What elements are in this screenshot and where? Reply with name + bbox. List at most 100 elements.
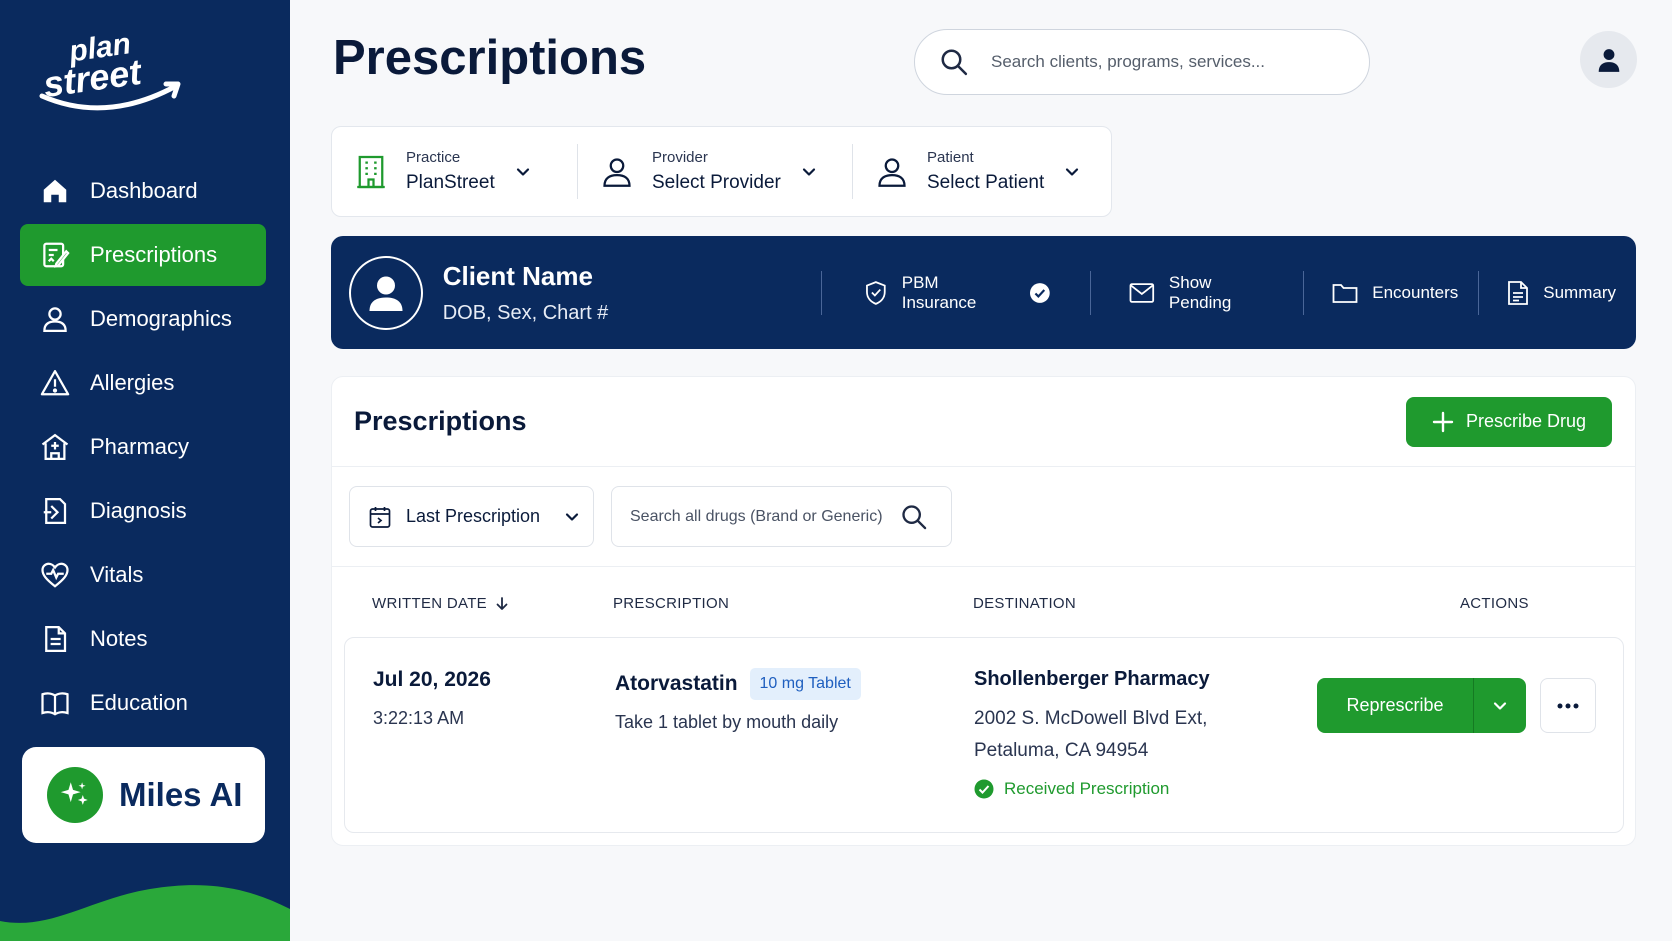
search-input[interactable] <box>991 52 1351 72</box>
sidebar-item-label: Dashboard <box>90 178 198 203</box>
prescribe-drug-label: Prescribe Drug <box>1465 411 1587 431</box>
client-name: Client Name <box>442 260 593 291</box>
column-prescription: PRESCRIPTION <box>613 595 730 612</box>
sidebar-item-label: Education <box>90 690 188 715</box>
calendar-icon <box>369 506 391 528</box>
patient-label: Patient <box>927 149 974 166</box>
planstreet-logo-mark: plan street <box>39 27 181 111</box>
sidebar-item-label: Pharmacy <box>90 434 190 459</box>
chevron-down-icon <box>802 167 815 176</box>
summary-button[interactable]: Summary <box>1478 270 1636 315</box>
column-written-date[interactable]: WRITTEN DATE <box>372 595 509 612</box>
search-icon[interactable] <box>900 503 928 531</box>
column-written-date-label: WRITTEN DATE <box>372 595 487 612</box>
sidebar-item-dashboard[interactable]: Dashboard <box>20 160 266 222</box>
sidebar-nav: Dashboard Prescriptions Demographics All… <box>20 160 266 736</box>
client-avatar-icon <box>349 255 423 330</box>
dose-badge: 10 mg Tablet <box>749 668 861 700</box>
sidebar-item-label: Demographics <box>90 306 232 331</box>
client-actions: PBM Insurance Show Pending Encounters Su… <box>821 270 1636 315</box>
sidebar-item-label: Notes <box>90 626 148 651</box>
table-header: WRITTEN DATE PRESCRIPTION DESTINATION AC… <box>332 567 1635 639</box>
sidebar-item-prescriptions[interactable]: Prescriptions <box>20 224 266 286</box>
sidebar-item-diagnosis[interactable]: Diagnosis <box>20 480 266 542</box>
prescription-drug: Atorvastatin 10 mg Tablet <box>615 668 861 700</box>
drug-search[interactable] <box>611 486 952 547</box>
drug-instructions: Take 1 tablet by mouth daily <box>615 712 839 732</box>
sidebar: plan street Dashboard Prescriptions Demo… <box>0 0 290 941</box>
summary-document-icon <box>1508 280 1529 305</box>
practice-selector[interactable]: Practice PlanStreet <box>332 144 577 199</box>
miles-ai-label: Miles AI <box>119 776 243 813</box>
drug-search-input[interactable] <box>630 507 900 526</box>
show-pending-label: Show Pending <box>1168 272 1232 312</box>
pbm-insurance-button[interactable]: PBM Insurance <box>821 270 1090 315</box>
sidebar-item-demographics[interactable]: Demographics <box>20 288 266 350</box>
client-banner: Client Name DOB, Sex, Chart # PBM Insura… <box>331 236 1636 349</box>
practice-label: Practice <box>406 149 461 166</box>
written-date: Jul 20, 2026 <box>373 668 491 691</box>
sidebar-item-label: Vitals <box>90 562 144 587</box>
sidebar-item-education[interactable]: Education <box>20 672 266 734</box>
provider-label: Provider <box>652 149 708 166</box>
chevron-down-icon <box>1066 167 1079 176</box>
prescriptions-card: Prescriptions Prescribe Drug Last Prescr… <box>331 376 1636 846</box>
sidebar-item-pharmacy[interactable]: Pharmacy <box>20 416 266 478</box>
user-avatar[interactable] <box>1580 31 1637 88</box>
page-title: Prescriptions <box>333 31 647 85</box>
user-icon <box>1598 48 1619 72</box>
patient-value: Select Patient <box>927 172 1045 193</box>
pharmacy-name: Shollenberger Pharmacy <box>974 668 1210 690</box>
last-prescription-dropdown[interactable]: Last Prescription <box>349 486 594 547</box>
envelope-icon <box>1129 282 1155 303</box>
row-actions: Represcribe <box>1317 678 1596 733</box>
chevron-down-icon <box>565 512 579 521</box>
drug-name: Atorvastatin <box>615 672 738 695</box>
show-pending-button[interactable]: Show Pending <box>1090 270 1303 315</box>
prescribe-drug-button[interactable]: Prescribe Drug <box>1406 396 1612 447</box>
global-search[interactable] <box>914 29 1370 95</box>
folder-icon <box>1332 283 1358 303</box>
heart-pulse-icon <box>38 558 72 592</box>
encounters-button[interactable]: Encounters <box>1303 270 1478 315</box>
prescription-status-label: Received Prescription <box>1004 779 1170 798</box>
prescriptions-card-header: Prescriptions Prescribe Drug <box>332 377 1635 467</box>
shield-icon <box>866 280 886 305</box>
pbm-insurance-label: PBM Insurance <box>901 272 977 312</box>
patient-selector[interactable]: Patient Select Patient <box>852 144 1110 199</box>
plus-icon <box>1432 411 1454 432</box>
sidebar-item-notes[interactable]: Notes <box>20 608 266 670</box>
sort-down-arrow-icon <box>496 596 508 610</box>
table-row: Jul 20, 2026 3:22:13 AM Atorvastatin 10 … <box>344 637 1624 833</box>
practice-value: PlanStreet <box>406 172 495 193</box>
provider-value: Select Provider <box>652 172 781 193</box>
success-check-icon <box>974 779 994 799</box>
represcribe-dropdown-button[interactable] <box>1473 678 1526 733</box>
pharmacy-icon <box>38 430 72 464</box>
sidebar-item-allergies[interactable]: Allergies <box>20 352 266 414</box>
decorative-wave <box>0 885 290 941</box>
column-actions: ACTIONS <box>1460 595 1529 612</box>
patient-text: Patient Select Patient <box>927 149 1044 194</box>
more-options-button[interactable] <box>1540 678 1596 733</box>
more-dots-icon <box>1557 703 1579 708</box>
miles-ai-button[interactable]: Miles AI <box>22 747 265 843</box>
diagnosis-icon <box>38 494 72 528</box>
prescriptions-title: Prescriptions <box>354 406 527 436</box>
sidebar-item-vitals[interactable]: Vitals <box>20 544 266 606</box>
warning-icon <box>38 366 72 400</box>
provider-selector[interactable]: Provider Select Provider <box>577 144 852 199</box>
represcribe-button[interactable]: Represcribe <box>1317 678 1473 733</box>
planstreet-logo[interactable]: plan street <box>36 24 196 114</box>
verified-check-icon <box>1029 282 1050 303</box>
destination-pharmacy: Shollenberger Pharmacy 2002 S. McDowell … <box>974 668 1210 799</box>
patient-person-icon <box>877 153 911 191</box>
pharmacy-address-line1: 2002 S. McDowell Blvd Ext, <box>974 708 1208 729</box>
prescription-filters: Last Prescription <box>332 467 1635 567</box>
document-icon <box>38 622 72 656</box>
svg-text:street: street <box>41 51 146 106</box>
sparkle-icon <box>47 767 103 823</box>
summary-label: Summary <box>1543 282 1616 302</box>
provider-text: Provider Select Provider <box>652 149 781 194</box>
search-icon <box>941 49 968 76</box>
